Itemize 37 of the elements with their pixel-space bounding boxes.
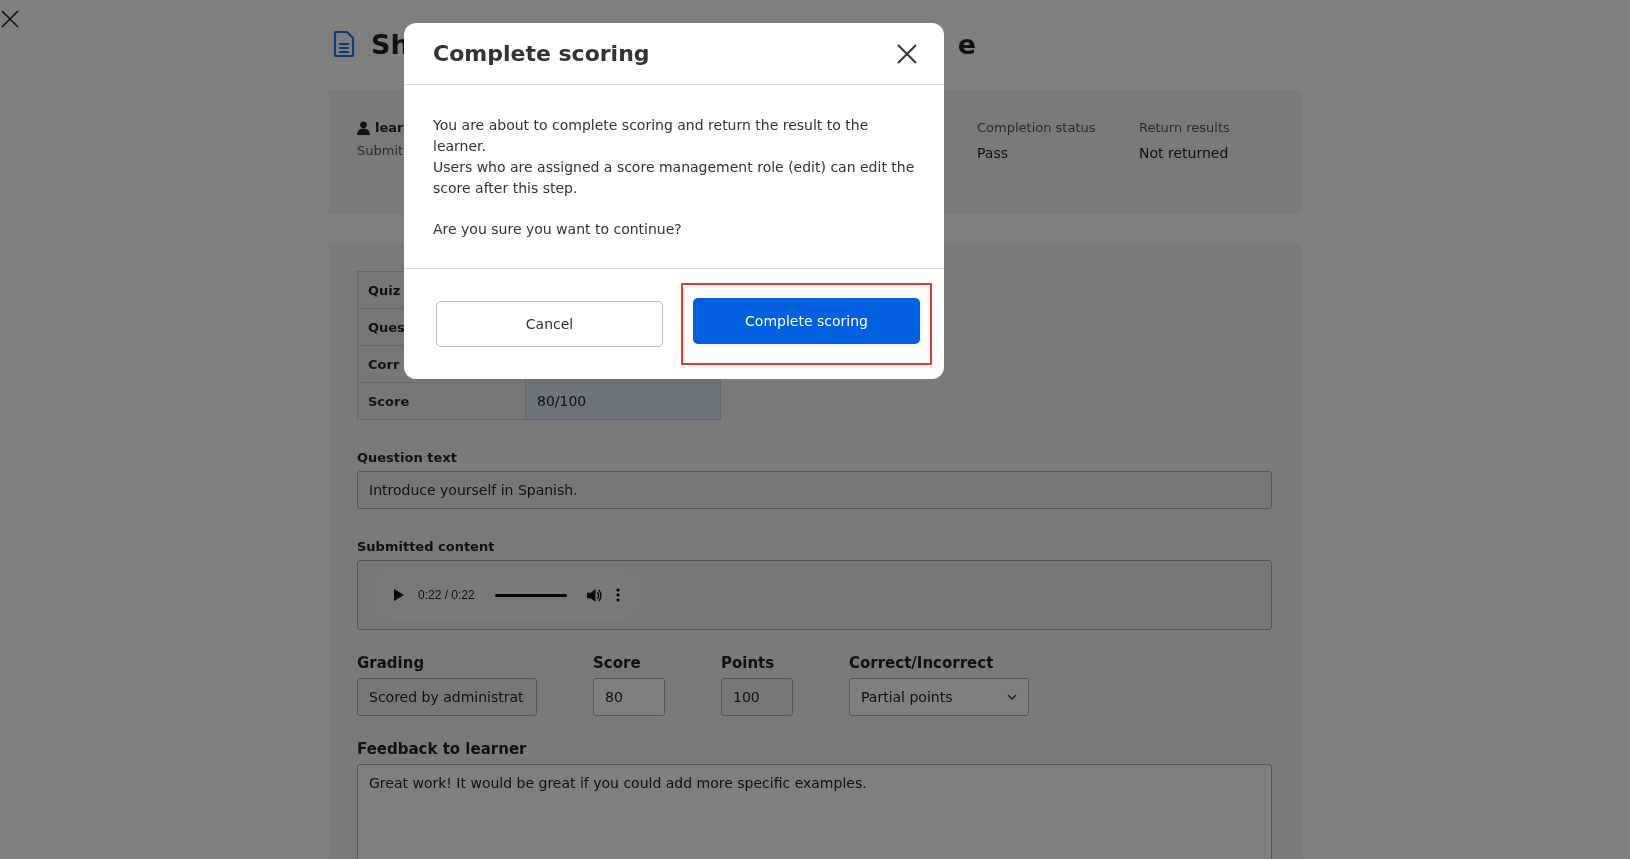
dialog-title: Complete scoring bbox=[433, 41, 650, 66]
more-icon[interactable] bbox=[615, 588, 620, 602]
field-label: Correct/Incorrect bbox=[849, 654, 995, 672]
submitted-label: Submit bbox=[357, 143, 404, 158]
field-label: Score bbox=[593, 654, 642, 672]
play-icon[interactable] bbox=[394, 589, 404, 601]
field-label: Question text bbox=[357, 450, 458, 465]
question-text-field[interactable]: Introduce yourself in Spanish. bbox=[357, 471, 1272, 509]
table-header-cell: Score bbox=[357, 382, 526, 420]
page-title: e bbox=[957, 28, 976, 60]
confirm-button[interactable]: Complete scoring bbox=[693, 298, 920, 344]
field-label: Points bbox=[721, 654, 776, 672]
learner-name: lear bbox=[375, 120, 404, 135]
volume-icon[interactable] bbox=[586, 588, 602, 602]
feedback-field[interactable]: Great work! It would be great if you could add more specific examples. bbox=[357, 764, 1272, 859]
user-icon bbox=[357, 120, 370, 135]
audio-progress-bar[interactable] bbox=[494, 593, 567, 597]
dialog-message: Users who are assigned a score management role (edit) can edit the score after this step. bbox=[433, 158, 915, 198]
document-icon bbox=[333, 30, 355, 58]
field-label: Grading bbox=[357, 654, 426, 672]
dialog-message: You are about to complete scoring and return the result to the learner. bbox=[433, 116, 870, 156]
field-label: Submitted content bbox=[357, 539, 496, 554]
info-label: Completion status bbox=[977, 120, 1097, 135]
correctness-dropdown[interactable]: Partial points bbox=[849, 678, 1029, 716]
audio-time: 0:22 / 0:22 bbox=[418, 588, 475, 602]
points-field[interactable]: 100 bbox=[721, 678, 793, 716]
chevron-down-icon bbox=[1007, 694, 1017, 700]
dialog-message: Are you sure you want to continue? bbox=[433, 220, 683, 239]
info-label: Return results bbox=[1139, 120, 1231, 135]
grading-field[interactable]: Scored by administrat bbox=[357, 678, 537, 716]
field-label: Feedback to learner bbox=[357, 740, 528, 758]
table-cell: 80/100 bbox=[537, 393, 587, 409]
close-icon[interactable] bbox=[897, 43, 917, 64]
score-field[interactable]: 80 bbox=[593, 678, 665, 716]
info-value: Pass bbox=[977, 145, 1009, 161]
cancel-button[interactable]: Cancel bbox=[436, 301, 663, 347]
info-value: Not returned bbox=[1139, 145, 1230, 161]
